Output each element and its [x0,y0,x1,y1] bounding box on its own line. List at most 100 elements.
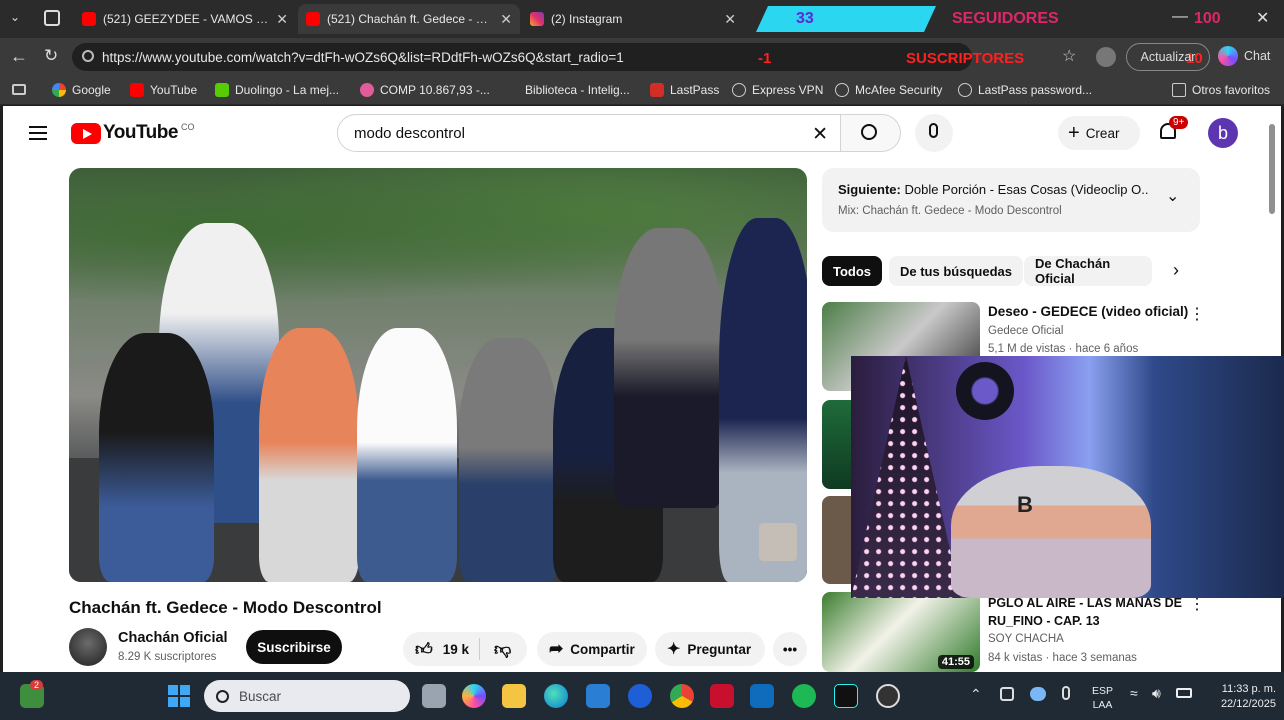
tab-2[interactable]: (521) Chachán ft. Gedece - Modo D ✕ [298,4,520,34]
subscribe-button[interactable]: Suscribirse [246,630,342,664]
edge-icon[interactable] [544,684,568,708]
notifications-button[interactable]: 9+ [1157,116,1189,144]
bookmark-google[interactable]: Google [52,83,111,97]
search-button[interactable] [841,114,901,152]
clear-search-icon[interactable]: ✕ [812,123,828,146]
chevron-right-icon[interactable]: › [1173,260,1179,281]
chat-button[interactable]: Chat [1218,46,1270,66]
channel-avatar[interactable] [69,628,107,666]
lastpass-icon [650,83,664,97]
bookmarks-bar: Google YouTube Duolingo - La mej... COMP… [0,76,1284,105]
minimize-icon[interactable]: — [1172,8,1188,26]
related-title[interactable]: PGLO AL AIRE - LAS MAÑAS DE RU_FINO - CA… [988,594,1193,630]
subscribe-label: Suscribirse [257,639,331,655]
youtube-logo[interactable]: YouTube CO [71,122,194,144]
file-explorer-icon[interactable] [502,684,526,708]
next-up-line: Siguiente: Doble Porción - Esas Cosas (V… [838,182,1148,197]
chip-from-channel[interactable]: De Chachán Oficial [1024,256,1152,286]
globe-icon [732,83,746,97]
other-favorites[interactable]: Otros favoritos [1172,83,1270,97]
tab-actions-icon[interactable]: ⌄ [10,10,20,24]
taskbar-search-placeholder: Buscar [239,688,282,704]
ask-button[interactable]: ✦ Preguntar [655,632,765,666]
cap-logo: B [1017,492,1033,517]
chip-all[interactable]: Todos [822,256,883,286]
bookmark-comp[interactable]: COMP 10.867,93 -... [360,83,490,97]
video-player[interactable] [69,168,807,582]
youtube-icon [306,12,320,26]
bookmark-youtube[interactable]: YouTube [130,83,197,97]
copilot-icon[interactable] [462,684,486,708]
next-up-card[interactable]: Siguiente: Doble Porción - Esas Cosas (V… [822,168,1200,232]
obs-icon[interactable] [876,684,900,708]
menu-icon[interactable] [29,126,47,140]
close-icon[interactable]: ✕ [724,11,736,28]
dislike-button[interactable]: 👎︎ [480,639,511,660]
tab-1[interactable]: (521) GEEZYDEE - VAMOS PA BELE ✕ [74,4,296,34]
language-indicator[interactable]: ESP LAA [1092,684,1113,712]
close-icon[interactable]: ✕ [500,11,512,28]
tiktok-icon[interactable] [834,684,858,708]
clock[interactable]: 11:33 p. m. 22/12/2025 [1200,682,1276,712]
hp-icon[interactable] [628,684,652,708]
chip-from-searches[interactable]: De tus búsquedas [889,256,1023,286]
bookmark-duolingo[interactable]: Duolingo - La mej... [215,83,339,97]
next-title: Doble Porción - Esas Cosas (Videoclip O.… [904,182,1148,197]
tab-3[interactable]: (2) Instagram ✕ [522,4,744,34]
bookmark-mcafee[interactable]: McAfee Security [835,83,942,97]
chrome-icon[interactable] [670,684,694,708]
voice-search-button[interactable] [915,114,953,152]
share-label: Compartir [570,641,635,657]
volume-icon[interactable]: 🔊︎ [1152,685,1161,702]
bookmark-lastpass-password[interactable]: LastPass password... [958,83,1092,97]
related-channel[interactable]: SOY CHACHA [988,633,1064,645]
bookmark-lastpass[interactable]: LastPass [650,83,719,97]
more-actions-button[interactable]: ••• [773,632,807,666]
create-button[interactable]: + Crear [1058,116,1140,150]
avatar[interactable]: b [1208,118,1238,148]
task-view-icon[interactable] [422,684,446,708]
update-button[interactable]: Actualizar [1126,43,1210,71]
profile-icon[interactable] [1096,47,1116,67]
channel-name[interactable]: Chachán Oficial [118,630,228,646]
start-button[interactable] [168,685,190,707]
chevron-down-icon[interactable]: ⌄ [1166,186,1179,206]
video-person [357,328,457,582]
url-text: https://www.youtube.com/watch?v=dtFh-wOZ… [102,49,624,65]
workspaces-icon[interactable] [44,10,60,26]
widgets-button[interactable]: 2 [20,680,44,708]
bookmark-biblioteca[interactable]: Biblioteca - Intelig... [505,83,630,97]
reload-icon[interactable]: ↻ [44,46,58,66]
microphone-icon[interactable] [1062,686,1070,700]
bookmark-label: COMP 10.867,93 -... [380,83,490,97]
mcafee-icon[interactable] [710,684,734,708]
page-scrollbar[interactable] [1269,124,1275,214]
share-button[interactable]: ➦ Compartir [537,632,647,666]
reading-list-icon[interactable] [12,84,26,95]
favorite-star-icon[interactable]: ☆ [1062,46,1076,66]
outlook-icon[interactable] [750,684,774,708]
spotify-icon[interactable] [792,684,816,708]
wifi-icon[interactable]: ≈ [1130,685,1138,701]
related-channel[interactable]: Gedece Oficial [988,325,1063,337]
taskbar-search[interactable]: Buscar [204,680,410,712]
more-vert-icon[interactable]: ⋮ [1189,304,1205,324]
tray-icon[interactable] [1000,687,1014,701]
bookmark-label: McAfee Security [855,83,943,97]
battery-icon[interactable] [1176,688,1192,698]
bookmark-expressvpn[interactable]: Express VPN [732,83,823,97]
tray-chevron-icon[interactable]: ⌃ [970,686,982,703]
search-input[interactable]: modo descontrol ✕ [337,114,841,152]
back-icon[interactable]: ← [10,46,28,67]
bookmark-label: Biblioteca - Intelig... [525,83,630,97]
christmas-tree [851,356,961,598]
site-info-icon[interactable] [82,50,94,62]
like-button[interactable]: 👍︎ 19 k [403,639,479,660]
related-title[interactable]: Deseo - GEDECE (video oficial) [988,304,1188,319]
related-thumbnail[interactable]: 41:55 [822,592,980,672]
tray-icon[interactable] [1030,687,1046,701]
store-icon[interactable] [586,684,610,708]
close-icon[interactable]: ✕ [276,11,288,28]
followers-count: 33 [796,10,814,27]
close-window-icon[interactable]: ✕ [1256,8,1269,28]
